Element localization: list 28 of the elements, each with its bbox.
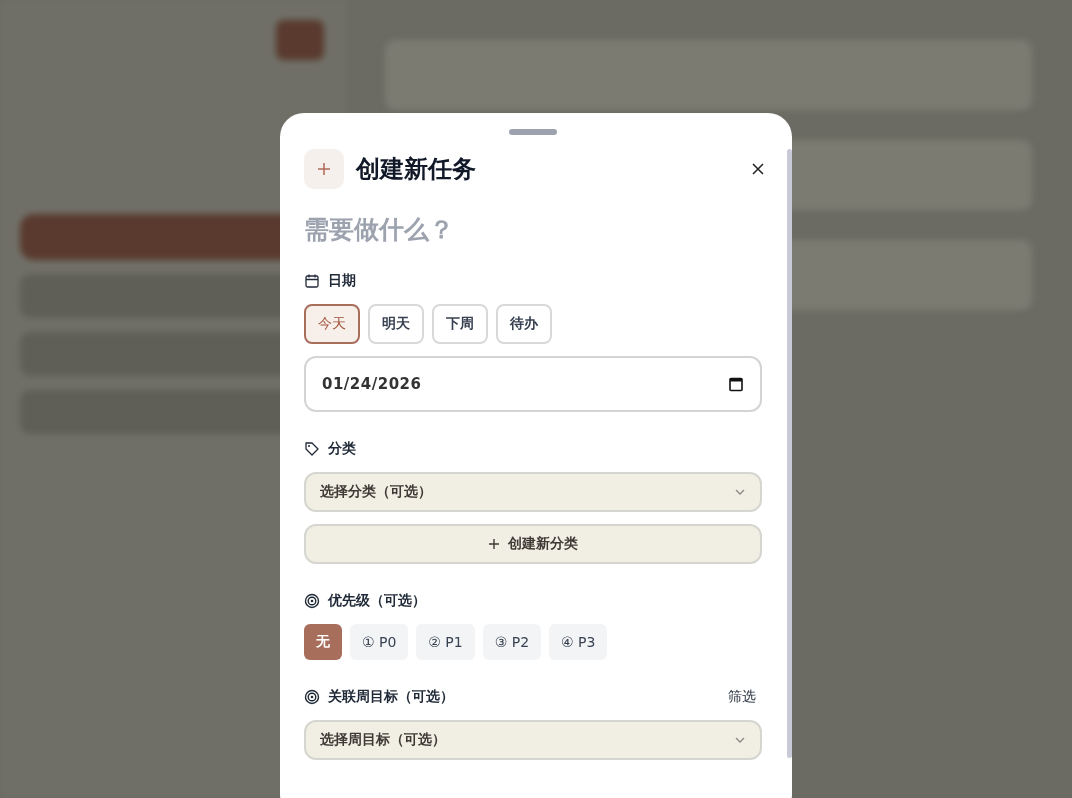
priority-option[interactable]: ④ P3 [549, 624, 608, 660]
section-label: 优先级（可选） [328, 592, 426, 610]
date-option[interactable]: 下周 [432, 304, 488, 344]
target-icon [304, 689, 320, 705]
dialog-title: 创建新任务 [356, 154, 477, 185]
calendar-icon [728, 376, 744, 392]
filter-link[interactable]: 筛选 [728, 688, 756, 706]
date-field[interactable]: 01/24/2026 [304, 356, 762, 412]
plus-icon [304, 149, 344, 189]
date-option[interactable]: 今天 [304, 304, 360, 344]
tag-icon [304, 441, 320, 457]
create-category-button[interactable]: 创建新分类 [304, 524, 762, 564]
section-label: 关联周目标（可选） [328, 688, 454, 706]
weekly-goal-select[interactable]: 选择周目标（可选） [304, 720, 762, 760]
priority-option[interactable]: ① P0 [350, 624, 409, 660]
category-select[interactable]: 选择分类（可选） [304, 472, 762, 512]
calendar-icon [304, 273, 320, 289]
priority-option[interactable]: ② P1 [416, 624, 475, 660]
target-icon [304, 593, 320, 609]
section-label: 日期 [328, 272, 356, 290]
priority-option[interactable]: 无 [304, 624, 342, 660]
drag-handle[interactable] [509, 129, 557, 135]
priority-option[interactable]: ③ P2 [482, 624, 542, 660]
section-label: 分类 [328, 440, 356, 458]
date-option[interactable]: 待办 [496, 304, 552, 344]
scrollbar[interactable] [787, 149, 792, 758]
plus-icon [488, 538, 500, 550]
date-option[interactable]: 明天 [368, 304, 424, 344]
